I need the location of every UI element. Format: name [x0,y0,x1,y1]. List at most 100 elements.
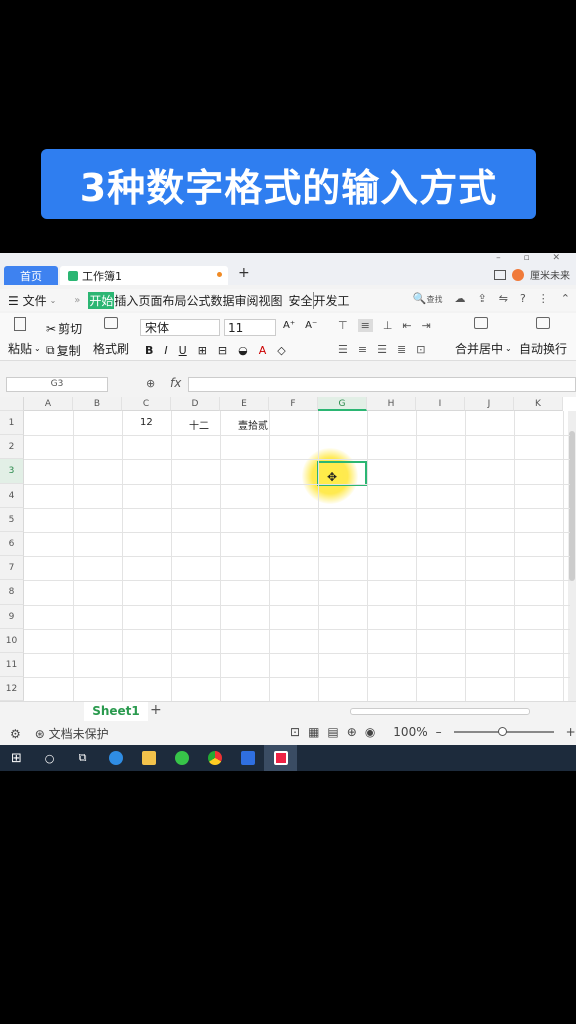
row-header-8[interactable]: 8 [0,580,24,605]
select-all-corner[interactable] [0,397,24,411]
align-middle-icon[interactable]: ≡ [357,319,373,332]
protection-status[interactable]: ⊛ 文档未保护 [35,725,109,742]
name-box[interactable]: G3 [6,377,108,392]
underline-button[interactable]: U [179,344,187,357]
column-header-j[interactable]: J [465,397,514,411]
clear-format-icon[interactable]: ◇ [277,344,285,357]
cell-e1[interactable]: 壹拾贰 [238,417,268,432]
reading-mode-icon[interactable]: ⊕ [347,725,357,739]
cell-d1[interactable]: 十二 [189,417,209,432]
increase-font-icon[interactable]: A⁺ [283,320,295,331]
column-header-k[interactable]: K [514,397,563,411]
edge-browser-icon[interactable] [99,745,132,771]
collapse-icon[interactable]: ⌃ [561,292,570,305]
column-header-f[interactable]: F [269,397,318,411]
zoom-lens-icon[interactable]: ⊕ [146,377,155,390]
format-painter-button[interactable]: 格式刷 [93,340,129,357]
align-top-icon[interactable]: ⊤ [338,319,348,332]
row-header-9[interactable]: 9 [0,604,24,629]
column-header-b[interactable]: B [73,397,122,411]
row-header-6[interactable]: 6 [0,532,24,557]
column-header-h[interactable]: H [367,397,416,411]
paste-icon[interactable] [14,317,26,331]
wps-writer-icon[interactable] [231,745,264,771]
page-layout-icon[interactable]: ▦ [308,725,319,739]
zoom-slider[interactable] [453,727,554,736]
selected-cell[interactable] [317,461,367,486]
distribute-icon[interactable]: ⊡ [416,343,425,356]
zoom-in-button[interactable]: + [566,725,576,739]
tab-1[interactable]: 开始 [88,291,115,309]
horizontal-scrollbar[interactable] [350,708,530,715]
more-icon[interactable]: ⋮ [538,292,549,305]
wechat-icon[interactable] [165,745,198,771]
chrome-icon[interactable] [198,745,231,771]
row-header-1[interactable]: 1 [0,411,24,436]
column-header-d[interactable]: D [171,397,220,411]
column-header-g[interactable]: G [318,397,367,411]
row-header-11[interactable]: 11 [0,653,24,678]
add-sheet-button[interactable]: + [150,702,162,718]
more-arrows-icon[interactable]: » [74,295,80,306]
borders-icon[interactable]: ⊞ [198,344,207,357]
wps-spreadsheet-icon[interactable] [264,745,297,771]
file-explorer-icon[interactable] [132,745,165,771]
macro-icon[interactable]: ⚙ [10,727,21,741]
zoom-slider-knob[interactable] [497,727,507,736]
italic-button[interactable]: I [164,344,167,357]
column-header-i[interactable]: I [416,397,465,411]
layout-icon[interactable] [494,269,506,280]
column-header-c[interactable]: C [122,397,171,411]
align-right-icon[interactable]: ☰ [377,343,387,356]
fx-icon[interactable]: fx [170,376,181,390]
indent-decrease-icon[interactable]: ⇤ [402,319,411,332]
search-icon[interactable]: ○ [33,745,66,771]
eye-care-icon[interactable]: ◉ [365,725,375,739]
user-name[interactable]: 厘米未来 [530,267,570,282]
row-header-10[interactable]: 10 [0,628,24,653]
tab-5[interactable]: 数据 [210,292,234,309]
window-controls[interactable]: – ▫ ✕ [496,253,570,263]
sheet-tab-active[interactable]: Sheet1 [84,702,148,721]
zoom-level[interactable]: 100% [393,725,427,739]
tab-workbook[interactable]: 工作簿1 [60,266,228,285]
align-left-icon[interactable]: ☰ [338,343,348,356]
avatar[interactable] [512,268,524,281]
tab-home[interactable]: 首页 [4,266,58,285]
row-header-7[interactable]: 7 [0,556,24,581]
tab-7[interactable]: 视图 [259,292,283,309]
row-header-2[interactable]: 2 [0,435,24,460]
tab-2[interactable]: 插入 [114,292,138,309]
fill-style-icon[interactable]: ⊟ [218,344,227,357]
cell-c1[interactable]: 12 [140,417,153,428]
share-icon[interactable]: ⇪ [478,292,487,305]
tab-6[interactable]: 审阅 [234,292,258,309]
copy-button[interactable]: ⧉ 复制 [46,342,81,359]
tab-9[interactable]: 开发工 [312,291,350,309]
new-tab-button[interactable]: + [238,265,250,281]
paste-button[interactable]: 粘贴 ⌄ [8,340,41,357]
sync-icon[interactable]: ⇋ [499,292,508,305]
cloud-icon[interactable]: ☁ [455,292,466,305]
search-button[interactable]: 🔍查找 [413,292,443,305]
file-menu[interactable]: ☰ 文件 ⌄ [8,292,56,309]
indent-increase-icon[interactable]: ⇥ [422,319,431,332]
cell-grid[interactable]: ✥ A B C D E F G H I J K 1 2 3 4 5 6 7 8 9 10 11 12 12 十二 壹拾贰 [0,397,576,703]
align-bottom-icon[interactable]: ⊥ [383,319,393,332]
row-header-3[interactable]: 3 [0,459,24,484]
task-view-icon[interactable]: ⧉ [66,745,99,771]
formula-input[interactable] [188,377,576,392]
column-header-e[interactable]: E [220,397,269,411]
tab-4[interactable]: 公式 [186,292,210,309]
normal-view-icon[interactable]: ⊡ [290,725,300,739]
fill-color-icon[interactable]: ◒ [238,344,248,357]
justify-icon[interactable]: ≣ [397,343,406,356]
cut-button[interactable]: ✂ 剪切 [46,320,82,337]
tab-3[interactable]: 页面布局 [138,292,186,309]
decrease-font-icon[interactable]: A⁻ [305,320,317,331]
font-size-select[interactable]: 11 [224,319,276,336]
font-color-icon[interactable]: A [259,344,267,357]
windows-start-icon[interactable]: ⊞ [0,745,33,771]
bold-button[interactable]: B [145,344,153,357]
zoom-out-button[interactable]: – [436,725,442,739]
